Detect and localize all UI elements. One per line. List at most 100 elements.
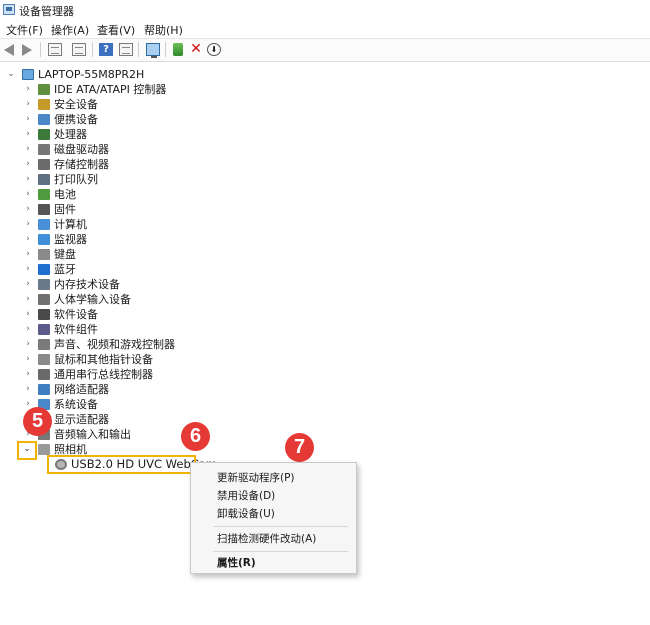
tree-category[interactable]: › 软件设备: [0, 307, 200, 322]
menu-bar: 文件(F) 操作(A) 查看(V) 帮助(H): [0, 20, 650, 38]
device-category-icon: [38, 99, 50, 110]
device-category-icon: [38, 324, 50, 335]
tree-category-label: 处理器: [54, 128, 87, 141]
tree-category-label: 安全设备: [54, 98, 98, 111]
device-category-icon: [38, 249, 50, 260]
tree-category[interactable]: › 人体学输入设备: [0, 292, 200, 307]
tree-category[interactable]: › 声音、视频和游戏控制器: [0, 337, 200, 352]
tree-category[interactable]: › 键盘: [0, 247, 200, 262]
device-category-icon: [38, 144, 50, 155]
expand-chevron-icon[interactable]: ›: [24, 97, 32, 112]
tree-category[interactable]: › 电池: [0, 187, 200, 202]
expand-chevron-icon[interactable]: ›: [24, 112, 32, 127]
window-icon[interactable]: [119, 43, 133, 56]
menu-action[interactable]: 操作(A): [51, 22, 89, 38]
tree-category-label: 软件组件: [54, 323, 98, 336]
tree-category-label: 通用串行总线控制器: [54, 368, 153, 381]
expand-chevron-icon[interactable]: ›: [24, 367, 32, 382]
device-category-icon: [38, 339, 50, 350]
tree-category-label: 监视器: [54, 233, 87, 246]
expand-chevron-icon[interactable]: ›: [24, 277, 32, 292]
expand-chevron-icon[interactable]: ›: [24, 172, 32, 187]
enable-device-icon[interactable]: [173, 43, 183, 56]
tree-category-label: 磁盘驱动器: [54, 143, 109, 156]
device-category-icon: [38, 294, 50, 305]
tree-category-label: 键盘: [54, 248, 76, 261]
expand-chevron-icon[interactable]: ›: [24, 82, 32, 97]
device-category-icon: [38, 204, 50, 215]
menu-view[interactable]: 查看(V): [97, 22, 135, 38]
tree-category[interactable]: › 磁盘驱动器: [0, 142, 200, 157]
device-category-icon: [38, 279, 50, 290]
expand-chevron-icon[interactable]: ›: [24, 262, 32, 277]
expand-chevron-icon[interactable]: ›: [24, 247, 32, 262]
tree-category[interactable]: › 便携设备: [0, 112, 200, 127]
tree-category-label: 鼠标和其他指针设备: [54, 353, 153, 366]
back-arrow-icon[interactable]: [4, 44, 14, 56]
tree-category[interactable]: › 蓝牙: [0, 262, 200, 277]
expand-chevron-icon[interactable]: ›: [24, 337, 32, 352]
help-icon[interactable]: ?: [99, 43, 113, 56]
toolbar: ? ✕ ⬇: [0, 38, 650, 62]
computer-icon: [22, 69, 34, 80]
tree-category-label: 存储控制器: [54, 158, 109, 171]
expand-chevron-icon[interactable]: ›: [24, 142, 32, 157]
tree-category[interactable]: › 监视器: [0, 232, 200, 247]
tree-category[interactable]: › 通用串行总线控制器: [0, 367, 200, 382]
device-category-icon: [38, 384, 50, 395]
tree-category[interactable]: › IDE ATA/ATAPI 控制器: [0, 82, 200, 97]
menu-help[interactable]: 帮助(H): [144, 22, 183, 38]
device-category-icon: [38, 129, 50, 140]
expand-chevron-icon[interactable]: ›: [24, 292, 32, 307]
expand-chevron-icon[interactable]: ›: [24, 217, 32, 232]
tree-root[interactable]: ⌄ LAPTOP-55M8PR2H: [0, 67, 200, 82]
scan-monitor-icon[interactable]: [146, 43, 160, 58]
collapse-chevron-icon[interactable]: ⌄: [7, 67, 15, 82]
tree-category-label: 系统设备: [54, 398, 98, 411]
expand-chevron-icon[interactable]: ›: [24, 202, 32, 217]
tree-category[interactable]: › 存储控制器: [0, 157, 200, 172]
expand-chevron-icon[interactable]: ›: [24, 307, 32, 322]
device-category-icon: [38, 354, 50, 365]
tree-category[interactable]: › 安全设备: [0, 97, 200, 112]
expand-chevron-icon[interactable]: ›: [24, 157, 32, 172]
tree-category[interactable]: › 固件: [0, 202, 200, 217]
title-bar: 设备管理器: [0, 0, 650, 20]
device-category-icon: [38, 189, 50, 200]
tree-category-label: 人体学输入设备: [54, 293, 131, 306]
properties-menu-item[interactable]: 属性(R): [217, 556, 256, 570]
tree-category[interactable]: › 内存技术设备: [0, 277, 200, 292]
expand-chevron-icon[interactable]: ›: [24, 127, 32, 142]
tree-category-label: 内存技术设备: [54, 278, 120, 291]
tree-category[interactable]: › 软件组件: [0, 322, 200, 337]
update-driver-icon[interactable]: ⬇: [207, 43, 221, 56]
uninstall-x-icon[interactable]: ✕: [189, 42, 203, 56]
expand-chevron-icon[interactable]: ›: [24, 322, 32, 337]
forward-arrow-icon[interactable]: [22, 44, 32, 56]
disable-device-menu-item[interactable]: 禁用设备(D): [217, 489, 275, 503]
tree-category-label: 打印队列: [54, 173, 98, 186]
uninstall-device-menu-item[interactable]: 卸载设备(U): [217, 507, 275, 521]
expand-chevron-icon[interactable]: ›: [24, 352, 32, 367]
menu-separator: [213, 526, 348, 527]
device-category-icon: [38, 159, 50, 170]
device-category-icon: [38, 369, 50, 380]
update-driver-menu-item[interactable]: 更新驱动程序(P): [217, 471, 295, 485]
toolbar-separator: [92, 42, 93, 57]
tree-category[interactable]: › 网络适配器: [0, 382, 200, 397]
properties-icon[interactable]: [48, 43, 62, 56]
tree-category[interactable]: › 打印队列: [0, 172, 200, 187]
menu-file[interactable]: 文件(F): [6, 22, 43, 38]
expand-chevron-icon[interactable]: ›: [24, 187, 32, 202]
tree-category[interactable]: › 计算机: [0, 217, 200, 232]
tree-category[interactable]: › 鼠标和其他指针设备: [0, 352, 200, 367]
tree-category-label: 声音、视频和游戏控制器: [54, 338, 175, 351]
expand-chevron-icon[interactable]: ›: [24, 232, 32, 247]
toolbar-separator: [138, 42, 139, 57]
tree-category[interactable]: › 处理器: [0, 127, 200, 142]
device-category-icon: [38, 444, 50, 455]
scan-hardware-menu-item[interactable]: 扫描检测硬件改动(A): [217, 532, 316, 546]
expand-chevron-icon[interactable]: ›: [24, 382, 32, 397]
window-title: 设备管理器: [19, 5, 74, 18]
view-icon[interactable]: [72, 43, 86, 56]
